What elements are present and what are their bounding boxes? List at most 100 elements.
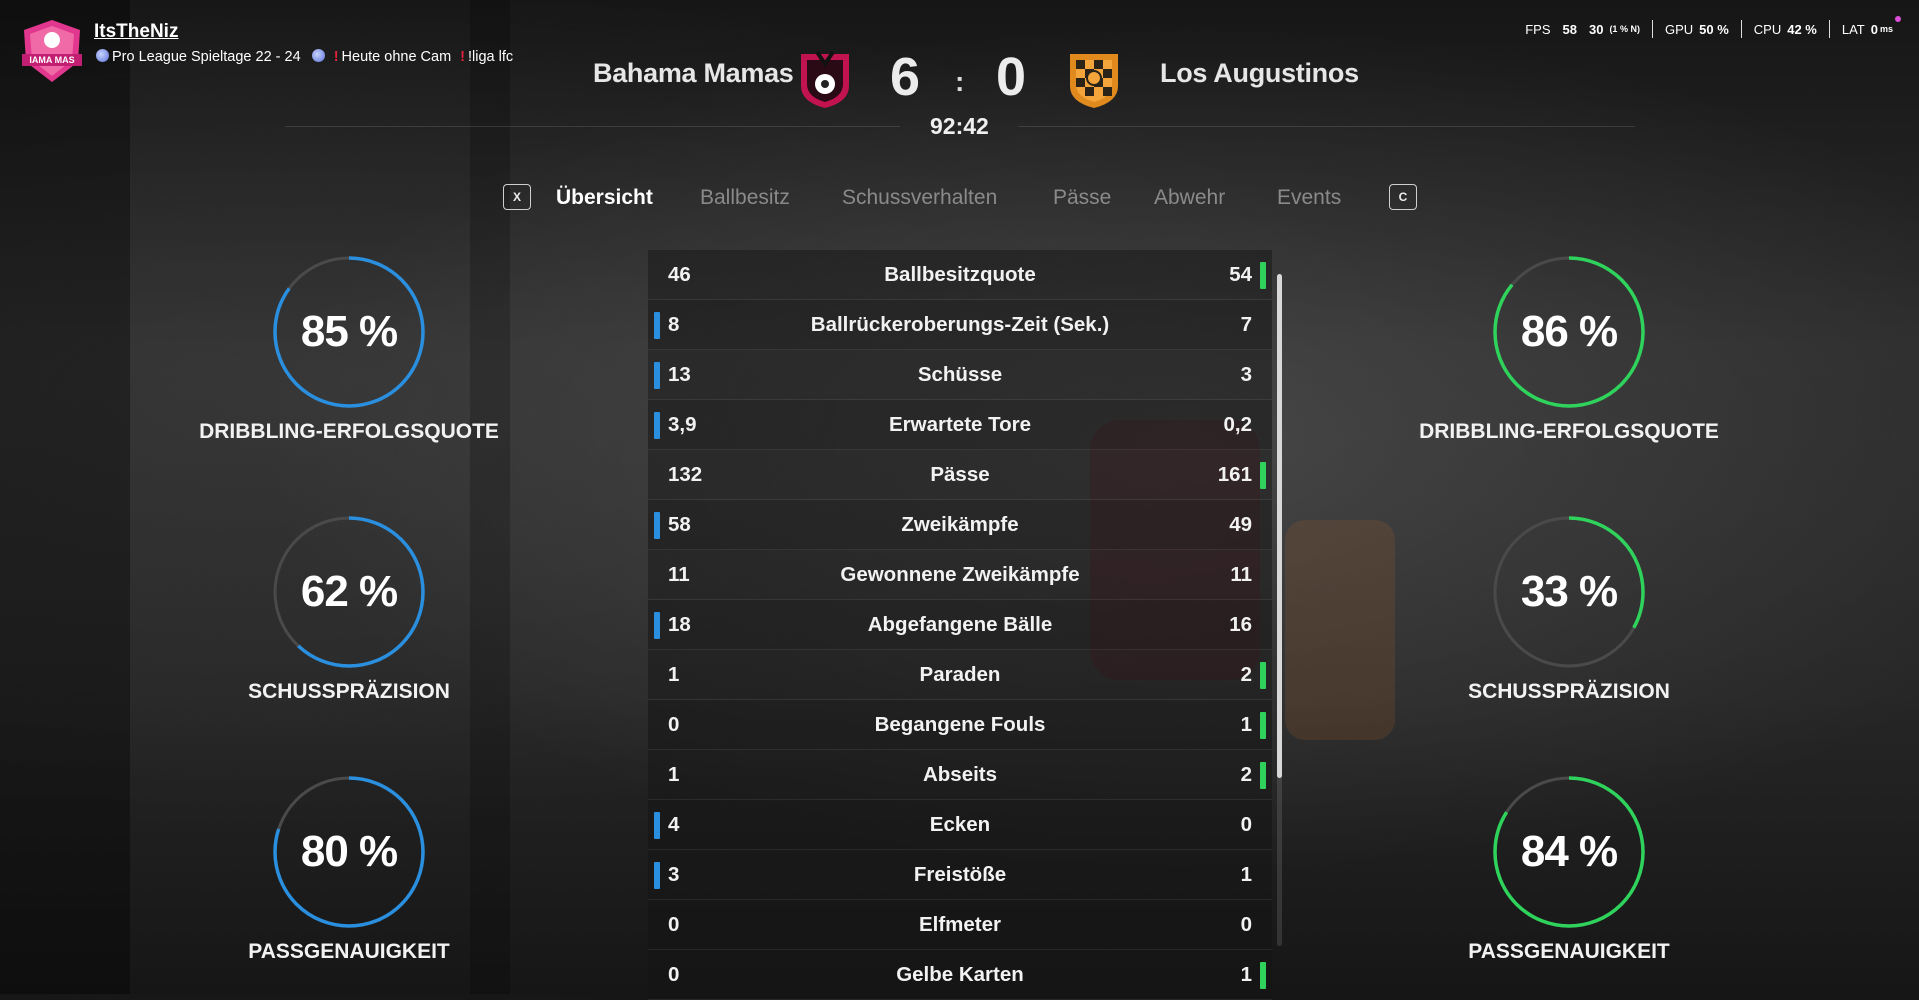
away-ring-label: DRIBBLING-ERFOLGSQUOTE (1419, 420, 1719, 443)
cpu-label: CPU (1753, 21, 1782, 37)
home-ring-label: SCHUSSPRÄZISION (248, 680, 450, 703)
home-ring-label: DRIBBLING-ERFOLGSQUOTE (199, 420, 499, 443)
fps-low-note: (1 % N) (1609, 24, 1640, 34)
fps-label: FPS (1525, 21, 1551, 37)
background-shape (1285, 520, 1395, 740)
stat-label: Ballbesitzquote (884, 263, 1036, 286)
home-stat-ring: 85 % (269, 252, 429, 412)
stat-away-value: 161 (1217, 463, 1252, 486)
stat-away-value: 0,2 (1223, 413, 1253, 436)
away-score: 0 (996, 47, 1027, 107)
tab-events[interactable]: Events (1277, 186, 1341, 210)
stat-row: 46 Ballbesitzquote 54 (648, 250, 1272, 300)
ring-percentage: 33 % (1520, 567, 1618, 616)
ring-percentage: 85 % (300, 307, 398, 356)
gpu-readout: GPU 50 % (1653, 22, 1741, 37)
home-stat-ring: 80 % (269, 772, 429, 932)
away-team-crest-icon (1070, 54, 1118, 108)
stat-away-value: 0 (1240, 913, 1252, 936)
stat-row: 132 Pässe 161 (648, 450, 1272, 500)
stat-away-value: 3 (1240, 363, 1252, 386)
match-clock: 92:42 (930, 113, 989, 139)
home-team-name: Bahama Mamas (593, 58, 794, 88)
stream-title-part2: Heute ohne Cam (341, 49, 452, 65)
stat-row: 18 Abgefangene Bälle 16 (648, 600, 1272, 650)
exclamation-icon: ! (333, 49, 339, 65)
tab-ballbesitz[interactable]: Ballbesitz (700, 186, 790, 210)
stat-away-value: 1 (1240, 963, 1252, 986)
stat-away-value: 16 (1229, 613, 1252, 636)
stat-away-value: 0 (1240, 813, 1252, 836)
fps-readout: FPS 58 30 (1 % N) (1513, 22, 1652, 37)
cpu-value: 42 % (1787, 21, 1817, 37)
divider-line (1018, 126, 1635, 127)
home-stat-ring: 62 % (269, 512, 429, 672)
streamer-name: ItsTheNiz (94, 21, 179, 42)
logo-text: IAMA MAS (29, 55, 75, 65)
channel-logo-icon (22, 20, 82, 82)
stat-label: Erwartete Tore (888, 413, 1032, 436)
stat-row: 3,9 Erwartete Tore 0,2 (648, 400, 1272, 450)
home-score: 6 (890, 47, 921, 107)
stat-away-value: 1 (1240, 713, 1252, 736)
stat-row: 13 Schüsse 3 (648, 350, 1272, 400)
away-ring-label: PASSGENAUIGKEIT (1468, 940, 1670, 963)
prev-tab-key[interactable]: X (503, 184, 531, 210)
fps-low-value: 30 (1588, 21, 1604, 37)
stat-label: Zweikämpfe (901, 513, 1019, 536)
stat-label: Begangene Fouls (874, 713, 1046, 736)
stat-label: Gewonnene Zweikämpfe (840, 563, 1080, 586)
stat-label: Pässe (930, 463, 990, 486)
tab-schussverhalten[interactable]: Schussverhalten (842, 186, 997, 210)
stat-away-value: 1 (1240, 863, 1252, 886)
score-separator: : (955, 66, 965, 97)
stat-label: Ballrückeroberungs-Zeit (Sek.) (810, 313, 1110, 336)
next-tab-key[interactable]: C (1389, 184, 1417, 210)
stat-row: 58 Zweikämpfe 49 (648, 500, 1272, 550)
stat-label: Freistöße (913, 863, 1007, 886)
exclamation-icon: ! (460, 49, 465, 65)
fps-value: 58 (1562, 21, 1577, 37)
stream-title: Pro League Spieltage 22 - 24 ! Heute ohne… (96, 49, 516, 65)
stat-label: Paraden (919, 663, 1001, 686)
soccer-ball-icon (311, 49, 325, 62)
stream-title-part1: Pro League Spieltage 22 - 24 (112, 49, 301, 65)
stat-row: 1 Paraden 2 (648, 650, 1272, 700)
recording-dot-icon (1895, 15, 1901, 22)
latency-unit: ms (1879, 24, 1893, 34)
stat-row: 1 Abseits 2 (648, 750, 1272, 800)
gpu-label: GPU (1664, 21, 1694, 37)
home-ring-label: PASSGENAUIGKEIT (248, 940, 450, 963)
stat-label: Abgefangene Bälle (867, 613, 1053, 636)
away-ring-label: SCHUSSPRÄZISION (1468, 680, 1670, 703)
away-stat-ring: 33 % (1489, 512, 1649, 672)
stat-row: 4 Ecken 0 (648, 800, 1272, 850)
stats-scrollbar-thumb[interactable] (1277, 274, 1282, 778)
ring-percentage: 86 % (1520, 307, 1618, 356)
cpu-readout: CPU 42 % (1742, 22, 1829, 37)
tab-abwehr[interactable]: Abwehr (1154, 186, 1225, 210)
stat-label: Elfmeter (918, 913, 1002, 936)
stat-row: 3 Freistöße 1 (648, 850, 1272, 900)
performance-overlay: FPS 58 30 (1 % N) GPU 50 % CPU 42 % LAT … (1513, 15, 1901, 38)
stat-away-value: 7 (1240, 313, 1252, 336)
stat-away-value: 2 (1240, 663, 1252, 686)
stat-row: 11 Gewonnene Zweikämpfe 11 (648, 550, 1272, 600)
background-shade (470, 0, 510, 994)
away-team-name: Los Augustinos (1160, 58, 1359, 88)
stat-away-value: 2 (1240, 763, 1252, 786)
away-stat-ring: 84 % (1489, 772, 1649, 932)
ring-percentage: 84 % (1520, 827, 1618, 876)
stat-row: 0 Elfmeter 0 (648, 900, 1272, 950)
latency-value: 0 (1870, 21, 1878, 37)
home-team-crest-icon (801, 50, 849, 108)
tab-uebersicht[interactable]: Übersicht (556, 186, 653, 210)
stats-table[interactable]: 46 Ballbesitzquote 54 8 Ballrückeroberungs-Z… (648, 250, 1272, 1000)
stat-away-value: 54 (1229, 263, 1252, 286)
ring-percentage: 62 % (300, 567, 398, 616)
soccer-ball-icon (96, 49, 109, 62)
tab-paesse[interactable]: Pässe (1053, 186, 1111, 210)
latency-readout: LAT 0 ms (1830, 15, 1901, 37)
stat-away-value: 49 (1229, 513, 1252, 536)
stat-label: Ecken (929, 813, 991, 836)
